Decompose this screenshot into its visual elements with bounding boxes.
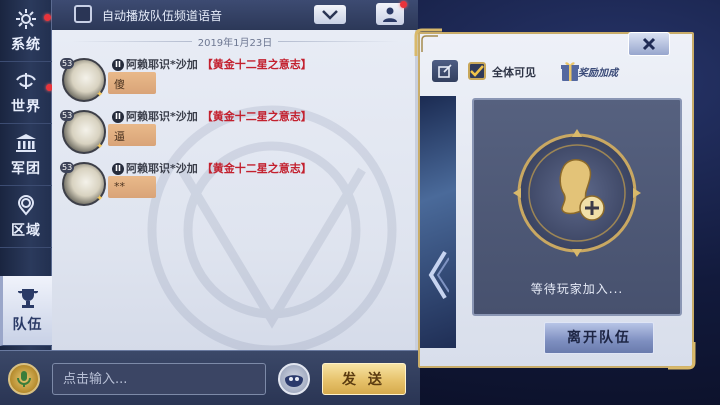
chat-message: 53 ✦ II 阿赖耶识*沙加 【黄金十二星之意志】 ** — [52, 158, 418, 210]
gift-icon — [561, 62, 579, 81]
sender-line: II 阿赖耶识*沙加 【黄金十二星之意志】 — [112, 56, 312, 72]
nav-item-legion[interactable]: 军团 — [0, 124, 52, 186]
team-panel: 全体可见 奖励加成 等待玩家加入... 离开队伍 — [414, 28, 696, 370]
team-backdrop-strip — [420, 96, 456, 348]
nav-item-world[interactable]: 世界 — [0, 62, 53, 124]
chat-toolbar: 自动播放队伍频道语音 — [52, 0, 418, 30]
globe-icon — [13, 70, 39, 92]
edit-icon — [438, 64, 452, 78]
person-icon — [383, 7, 397, 22]
nav-item-system[interactable]: 系统 — [0, 0, 52, 62]
nav-label: 世界 — [11, 98, 41, 115]
close-button[interactable] — [628, 32, 670, 56]
team-member-slot[interactable]: 等待玩家加入... — [472, 98, 682, 316]
sender-name[interactable]: 阿赖耶识*沙加 — [126, 110, 198, 123]
settings-icon — [13, 8, 39, 30]
voice-input-button[interactable] — [8, 363, 40, 395]
message-bubble: ** — [108, 176, 156, 198]
collapse-panel-button[interactable] — [424, 246, 452, 304]
temple-icon — [13, 132, 39, 154]
microphone-icon — [17, 371, 31, 387]
chat-message-input[interactable] — [52, 363, 266, 395]
add-member-icon — [513, 129, 641, 257]
gold-corner-ornament — [668, 342, 696, 370]
nav-item-team[interactable]: 队伍 — [0, 276, 52, 346]
rank-badge: II — [112, 163, 124, 175]
level-badge: 53 — [60, 162, 75, 173]
notification-dot — [44, 14, 51, 21]
emoji-button[interactable] — [278, 363, 310, 395]
visible-to-all-label: 全体可见 — [492, 66, 536, 79]
visible-to-all-checkbox[interactable] — [468, 62, 486, 80]
game-screen: 系统 世界 军团 区域 队伍 自动播放队伍频道语音 2019年1月23日 53 … — [0, 0, 720, 405]
nav-label: 军团 — [11, 160, 41, 177]
rank-badge: II — [112, 59, 124, 71]
chat-input-bar: 发 送 — [0, 350, 420, 405]
sender-line: II 阿赖耶识*沙加 【黄金十二星之意志】 — [112, 108, 312, 124]
checkmark-icon — [470, 65, 484, 77]
date-divider: 2019年1月23日 — [52, 32, 418, 50]
team-chat-panel: 自动播放队伍频道语音 2019年1月23日 53 ✦ II 阿赖耶识*沙加 【黄金十… — [52, 0, 418, 350]
trophy-icon — [15, 288, 41, 310]
waiting-for-players-text: 等待玩家加入... — [530, 282, 624, 296]
nav-label: 系统 — [11, 36, 41, 53]
reward-bonus-button[interactable]: 奖励加成 — [578, 64, 630, 80]
chevron-down-icon — [322, 9, 338, 20]
send-button[interactable]: 发 送 — [322, 363, 406, 395]
chat-message: 53 ✦ II 阿赖耶识*沙加 【黄金十二星之意志】 逼 — [52, 106, 418, 158]
location-icon — [13, 194, 39, 216]
sender-name[interactable]: 阿赖耶识*沙加 — [126, 58, 198, 71]
nav-item-region[interactable]: 区域 — [0, 186, 52, 248]
nav-label: 区域 — [11, 222, 41, 239]
leave-team-button[interactable]: 离开队伍 — [544, 322, 654, 354]
level-badge: 53 — [60, 110, 75, 121]
nav-label: 队伍 — [12, 316, 43, 333]
channel-dropdown-button[interactable] — [314, 5, 346, 24]
chevron-left-icon — [428, 250, 449, 300]
sender-line: II 阿赖耶识*沙加 【黄金十二星之意志】 — [112, 160, 312, 176]
auto-play-voice-checkbox[interactable] — [74, 5, 92, 23]
chat-date: 2019年1月23日 — [197, 37, 273, 49]
emoji-icon — [285, 375, 303, 387]
edit-button[interactable] — [432, 60, 458, 82]
chat-message: 53 ✦ II 阿赖耶识*沙加 【黄金十二星之意志】 傻 — [52, 54, 418, 106]
member-list-button[interactable] — [376, 1, 407, 25]
sender-name[interactable]: 阿赖耶识*沙加 — [126, 162, 198, 175]
gold-corner-ornament — [414, 28, 442, 56]
sender-title: 【黄金十二星之意志】 — [201, 110, 312, 123]
notification-dot — [400, 1, 407, 8]
channel-sidebar: 系统 世界 军团 区域 队伍 — [0, 0, 53, 350]
sender-title: 【黄金十二星之意志】 — [201, 58, 312, 71]
message-bubble: 傻 — [108, 72, 156, 94]
level-badge: 53 — [60, 58, 75, 69]
auto-play-voice-label: 自动播放队伍频道语音 — [102, 9, 223, 23]
close-icon — [642, 37, 656, 51]
sender-title: 【黄金十二星之意志】 — [201, 162, 312, 175]
message-bubble: 逼 — [108, 124, 156, 146]
rank-badge: II — [112, 111, 124, 123]
